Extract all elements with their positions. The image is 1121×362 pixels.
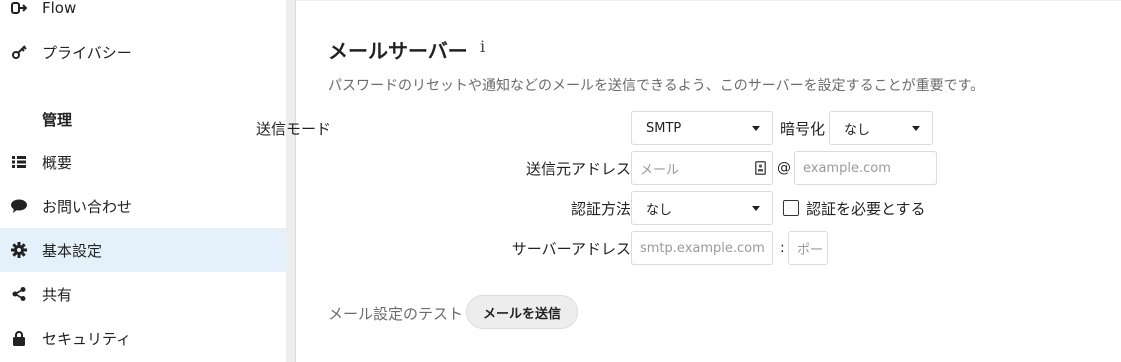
- from-address-placeholder: メール: [640, 162, 680, 178]
- mail-server-section: メールサーバー i パスワードのリセットや通知などのメールを送信できるよう、この…: [256, 0, 1121, 362]
- encryption-label: 暗号化: [780, 120, 826, 138]
- send-mode-select[interactable]: SMTP: [631, 111, 773, 145]
- sidebar-item-label: プライバシー: [42, 43, 132, 62]
- send-mode-label: 送信モード: [255, 120, 331, 138]
- chevron-down-icon: [752, 126, 760, 131]
- send-mode-value: SMTP: [646, 120, 682, 136]
- sidebar-item-label: Flow: [42, 0, 77, 17]
- server-address-input[interactable]: smtp.example.com: [631, 231, 773, 265]
- send-email-button[interactable]: メールを送信: [466, 295, 578, 329]
- port-placeholder: ポート: [797, 242, 827, 258]
- from-domain-input[interactable]: example.com: [794, 151, 937, 185]
- server-address-placeholder: smtp.example.com: [640, 240, 765, 256]
- encryption-select[interactable]: なし: [829, 111, 933, 145]
- from-domain-placeholder: example.com: [803, 160, 891, 176]
- sidebar-item-label: セキュリティ: [42, 329, 132, 348]
- sidebar-item-contacts[interactable]: お問い合わせ: [0, 184, 286, 228]
- encryption-value: なし: [844, 122, 871, 138]
- from-address-input[interactable]: メール: [631, 151, 773, 185]
- auth-method-value: なし: [646, 202, 673, 218]
- server-address-label: サーバーアドレス: [511, 240, 631, 258]
- section-title: メールサーバー: [328, 39, 468, 63]
- gear-icon: [10, 241, 28, 259]
- sidebar-item-privacy[interactable]: プライバシー: [0, 30, 286, 74]
- chevron-down-icon: [912, 126, 920, 131]
- sidebar-item-label: お問い合わせ: [42, 197, 133, 216]
- sidebar-item-basic-settings[interactable]: 基本設定: [0, 228, 286, 272]
- sidebar-item-flow[interactable]: Flow: [0, 0, 286, 30]
- share-icon: [10, 285, 28, 303]
- sidebar-item-sharing[interactable]: 共有: [0, 272, 286, 316]
- chevron-down-icon: [752, 206, 760, 211]
- sidebar-section-caption: 管理: [42, 111, 73, 129]
- sidebar-item-label: 基本設定: [42, 241, 103, 260]
- auth-method-select[interactable]: なし: [631, 191, 773, 225]
- sidebar-item-overview[interactable]: 概要: [0, 140, 286, 184]
- speech-bubble-icon: [10, 197, 28, 215]
- lock-icon: [10, 329, 28, 347]
- colon-separator: :: [780, 240, 785, 256]
- auth-method-label: 認証方法: [570, 200, 631, 218]
- section-description: パスワードのリセットや通知などのメールを送信できるよう、このサーバーを設定するこ…: [328, 78, 985, 94]
- auth-required-checkbox[interactable]: [783, 200, 799, 216]
- contact-card-icon: [755, 161, 766, 179]
- list-icon: [10, 153, 28, 171]
- sidebar-item-label: 概要: [42, 153, 73, 172]
- flow-icon: [10, 0, 28, 17]
- sidebar-item-label: 共有: [42, 285, 73, 304]
- from-address-label: 送信元アドレス: [525, 160, 631, 178]
- auth-required-label: 認証を必要とする: [806, 200, 926, 218]
- at-separator: @: [777, 160, 791, 176]
- test-settings-label: メール設定のテスト: [328, 305, 464, 323]
- sidebar-item-security[interactable]: セキュリティ: [0, 316, 286, 360]
- key-icon: [10, 43, 28, 61]
- sidebar: Flow プライバシー 管理 概要 お問い合わせ 基本設定 共有 セキュリティ: [0, 0, 286, 362]
- info-icon[interactable]: i: [480, 37, 485, 56]
- sidebar-divider: [286, 0, 296, 362]
- port-input[interactable]: ポート: [788, 231, 828, 265]
